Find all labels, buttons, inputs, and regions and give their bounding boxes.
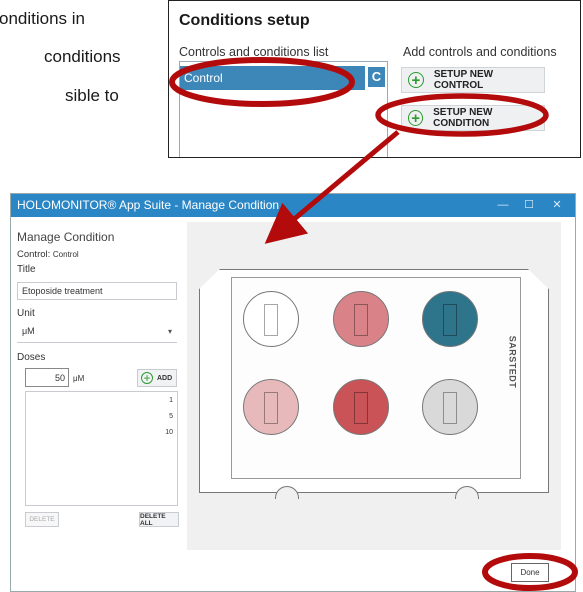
highlight-ellipse [169, 57, 355, 107]
highlight-ellipse [375, 93, 549, 137]
annotation-arrow [264, 130, 400, 244]
highlight-ellipse [482, 553, 578, 591]
annotation-overlay [169, 57, 578, 591]
